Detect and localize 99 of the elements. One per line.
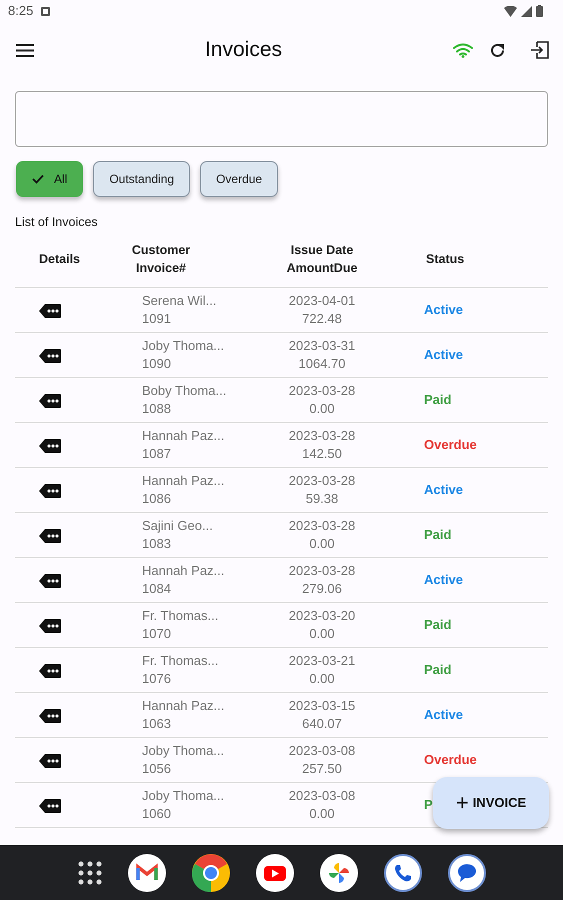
customer-name: Joby Thoma...	[142, 742, 224, 760]
status-label: Active	[424, 482, 464, 497]
amount-due: 0.00	[309, 670, 335, 688]
tag-icon[interactable]	[39, 394, 61, 408]
issue-date: 2023-03-28	[288, 382, 356, 400]
menu-icon[interactable]	[16, 44, 34, 56]
tag-icon[interactable]	[39, 348, 61, 363]
customer-name: Fr. Thomas...	[142, 606, 218, 625]
page-title: Invoices	[204, 38, 282, 62]
add-invoice-button[interactable]: + INVOICE	[433, 777, 549, 829]
invoice-number: 1090	[142, 354, 171, 373]
invoice-number: 1060	[142, 804, 171, 823]
status-label: Active	[424, 707, 464, 722]
column-header: Status	[425, 250, 466, 268]
status-label: Paid	[424, 662, 452, 677]
issue-date: 2023-03-20	[288, 606, 356, 625]
customer-name: Hannah Paz...	[142, 426, 224, 445]
video-play-icon[interactable]	[256, 854, 294, 892]
amount-due: 722.48	[302, 310, 342, 328]
invoice-number: 1076	[142, 670, 171, 688]
tag-icon[interactable]	[39, 484, 61, 498]
customer-name: Joby Thoma...	[142, 336, 224, 355]
wifi-icon[interactable]	[453, 43, 473, 58]
customer-name: Boby Thoma...	[142, 382, 226, 400]
status-label: Paid	[424, 617, 452, 632]
check-icon	[32, 174, 44, 184]
customer-name: Hannah Paz...	[142, 472, 224, 490]
invoice-number: 1084	[142, 580, 171, 598]
list-title: List of Invoices	[15, 214, 98, 231]
filter-chip[interactable]: Outstanding	[93, 161, 190, 197]
issue-date: 2023-03-28	[288, 472, 356, 490]
battery-icon	[536, 5, 543, 17]
filter-chip[interactable]: All	[16, 161, 84, 197]
issue-date: 2023-03-28	[288, 426, 356, 445]
issue-date: 2023-03-08	[288, 742, 356, 760]
status-label: Overdue	[424, 752, 477, 767]
tag-icon[interactable]	[39, 664, 61, 678]
tag-icon[interactable]	[39, 754, 61, 768]
invoice-number: 1091	[142, 310, 171, 328]
issue-date: 2023-03-21	[288, 652, 356, 670]
tag-icon[interactable]	[39, 574, 61, 588]
tag-icon[interactable]	[39, 528, 61, 543]
invoice-number: 1056	[142, 760, 171, 778]
status-label: Overdue	[424, 437, 477, 452]
tag-icon[interactable]	[39, 438, 61, 453]
invoice-number: 1088	[142, 400, 171, 418]
amount-due: 1064.70	[298, 354, 346, 373]
amount-due: 640.07	[302, 714, 342, 733]
issue-date: 2023-03-28	[288, 562, 356, 580]
status-label: Active	[424, 302, 464, 317]
customer-name: Hannah Paz...	[142, 696, 224, 715]
amount-due: 0.00	[309, 400, 335, 418]
customer-name: Hannah Paz...	[142, 562, 224, 580]
invoice-number: 1083	[142, 534, 171, 553]
tag-icon[interactable]	[39, 798, 61, 813]
customer-name: Sajini Geo...	[142, 516, 213, 535]
pinwheel-icon[interactable]	[320, 854, 358, 892]
issue-date: 2023-03-15	[288, 696, 356, 715]
amount-due: 0.00	[309, 534, 335, 553]
clock-time: 8:25	[8, 2, 34, 20]
status-label: P	[424, 797, 433, 812]
amount-due: 0.00	[309, 804, 335, 823]
amount-due: 142.50	[302, 444, 342, 463]
issue-date: 2023-03-08	[288, 786, 356, 805]
search-field[interactable]	[15, 91, 548, 147]
issue-date: 2023-04-01	[288, 292, 356, 310]
status-label: Paid	[424, 392, 452, 407]
mail-icon[interactable]	[128, 854, 166, 892]
customer-name: Joby Thoma...	[142, 786, 224, 805]
invoice-number: 1087	[142, 444, 171, 463]
cell-signal-icon	[521, 6, 532, 16]
tag-icon[interactable]	[39, 708, 61, 723]
refresh-icon[interactable]	[489, 42, 506, 58]
amount-due: 0.00	[309, 624, 335, 643]
invoice-number: 1086	[142, 490, 171, 508]
amount-due: 279.06	[302, 580, 342, 598]
issue-date: 2023-03-31	[288, 336, 356, 355]
customer-name: Fr. Thomas...	[142, 652, 218, 670]
tag-icon[interactable]	[39, 304, 61, 318]
chat-icon[interactable]	[448, 854, 486, 892]
apps-grid-icon[interactable]	[78, 860, 102, 884]
amount-due: 59.38	[306, 490, 338, 508]
column-header: Customer Invoice#	[130, 242, 192, 278]
wifi-signal-icon	[504, 6, 517, 16]
status-label: Paid	[424, 527, 452, 542]
invoice-number: 1063	[142, 714, 171, 733]
invoice-number: 1070	[142, 624, 171, 643]
issue-date: 2023-03-28	[288, 516, 356, 535]
status-label: Active	[424, 347, 464, 362]
status-label: Active	[424, 572, 464, 587]
amount-due: 257.50	[302, 760, 342, 778]
phone-icon[interactable]	[384, 854, 422, 892]
filter-chip[interactable]: Overdue	[200, 161, 278, 197]
notification-icon	[41, 6, 50, 16]
logout-icon[interactable]	[530, 41, 549, 59]
browser-icon[interactable]	[192, 854, 230, 892]
tag-icon[interactable]	[39, 618, 61, 633]
column-header: Issue Date AmountDue	[286, 242, 358, 278]
customer-name: Serena Wil...	[142, 292, 216, 310]
